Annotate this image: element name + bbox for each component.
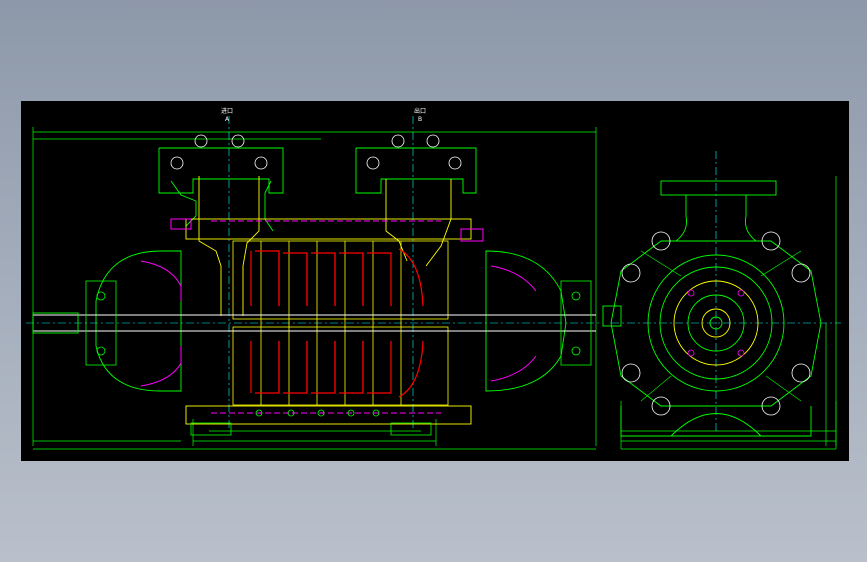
flange-bolt-icons bbox=[170, 134, 462, 170]
end-view-dimensions bbox=[620, 176, 837, 450]
outlet-flange bbox=[355, 147, 477, 267]
end-view-base bbox=[602, 305, 812, 437]
cad-drawing-viewport[interactable]: 进口 A 出口 B bbox=[21, 101, 849, 461]
end-view-centerlines bbox=[611, 151, 841, 431]
inlet-label: 进口 bbox=[221, 107, 233, 115]
outlet-label: 出口 bbox=[414, 107, 426, 115]
inlet-flange bbox=[158, 147, 284, 316]
pump-assembly-drawing: 进口 A 出口 B bbox=[26, 107, 841, 450]
overall-dimension-lines bbox=[32, 127, 597, 450]
outlet-mark: B bbox=[418, 116, 422, 123]
end-view-outlet-pipe bbox=[660, 180, 777, 242]
seal-and-bearing-parts bbox=[140, 218, 537, 414]
